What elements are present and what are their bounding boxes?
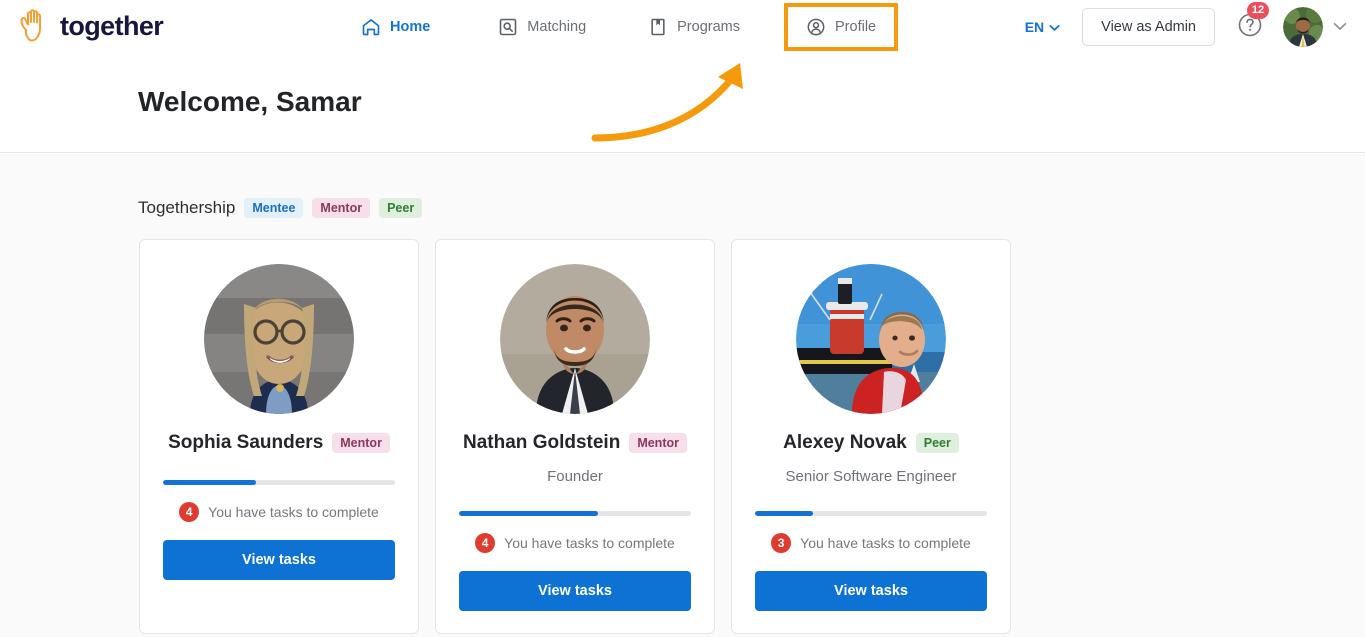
avatar: [796, 264, 946, 414]
brand-logo[interactable]: together: [18, 8, 164, 44]
notification-badge: 12: [1247, 1, 1269, 19]
nav-label-profile: Profile: [835, 19, 877, 35]
person-name: Sophia Saunders: [168, 432, 324, 453]
language-selector[interactable]: EN: [1025, 19, 1060, 35]
progress-bar-fill: [459, 511, 599, 516]
avatar: [204, 264, 354, 414]
progress-bar: [459, 511, 691, 516]
page-root: together Home Matching Programs Profile …: [0, 0, 1365, 637]
avatar[interactable]: [1283, 7, 1323, 47]
section-title: Togethership: [138, 198, 236, 217]
bookmark-icon: [648, 17, 668, 37]
header-right-group: EN View as Admin 12: [1025, 0, 1347, 54]
page-title: Welcome, Samar: [138, 86, 362, 117]
nav-item-matching[interactable]: Matching: [482, 3, 602, 51]
progress-bar: [163, 480, 395, 485]
legend-pill-mentee: Mentee: [244, 198, 304, 218]
nav-item-programs[interactable]: Programs: [632, 3, 756, 51]
person-name: Nathan Goldstein: [463, 432, 621, 453]
help-button[interactable]: 12: [1237, 1, 1269, 43]
card-name-row: Nathan Goldstein Mentor: [463, 432, 687, 454]
table-row[interactable]: Sophia Saunders Mentor 4 You have tasks …: [139, 239, 419, 634]
person-role: Senior Software Engineer: [785, 468, 957, 485]
top-header: together Home Matching Programs Profile …: [0, 0, 1365, 54]
main-navigation: Home Matching Programs Profile: [345, 0, 899, 54]
nav-item-profile[interactable]: Profile: [784, 3, 899, 51]
legend-pill-mentor: Mentor: [312, 198, 371, 218]
togethership-section-header: Togethership Mentee Mentor Peer: [138, 198, 423, 218]
home-icon: [361, 17, 381, 37]
nav-label-programs: Programs: [677, 19, 740, 35]
view-tasks-button[interactable]: View tasks: [755, 571, 987, 611]
status-badge: Mentor: [332, 433, 390, 453]
progress-bar-fill: [755, 511, 813, 516]
nav-label-home: Home: [390, 19, 431, 35]
view-as-admin-button[interactable]: View as Admin: [1082, 8, 1215, 46]
togethership-card-list: Sophia Saunders Mentor 4 You have tasks …: [139, 239, 1011, 634]
person-name: Alexey Novak: [783, 432, 907, 453]
card-name-row: Alexey Novak Peer: [783, 432, 959, 454]
view-tasks-button[interactable]: View tasks: [163, 540, 395, 580]
progress-bar-fill: [163, 480, 256, 485]
chevron-down-icon: [1049, 19, 1060, 35]
task-count-badge: 3: [771, 533, 792, 553]
nav-label-matching: Matching: [527, 19, 587, 35]
view-tasks-button[interactable]: View tasks: [459, 571, 691, 611]
progress-bar: [755, 511, 987, 516]
hand-icon: [18, 8, 52, 44]
language-label: EN: [1024, 19, 1045, 35]
task-status-row: 3 You have tasks to complete: [771, 533, 971, 553]
table-row[interactable]: Nathan Goldstein Mentor Founder 4 You ha…: [435, 239, 715, 634]
person-role: Founder: [547, 468, 603, 485]
task-count-badge: 4: [179, 502, 200, 522]
card-name-row: Sophia Saunders Mentor: [168, 432, 390, 454]
status-badge: Peer: [915, 433, 959, 453]
task-count-badge: 4: [475, 533, 496, 553]
legend-pill-peer: Peer: [379, 198, 423, 218]
welcome-band: Welcome, Samar: [0, 54, 1365, 153]
task-status-row: 4 You have tasks to complete: [179, 502, 379, 522]
search-square-icon: [498, 17, 518, 37]
brand-name: together: [60, 10, 164, 41]
nav-item-home[interactable]: Home: [345, 3, 446, 51]
user-circle-icon: [806, 17, 826, 37]
task-status-text: You have tasks to complete: [208, 504, 379, 520]
task-status-text: You have tasks to complete: [800, 535, 971, 551]
main-content: Togethership Mentee Mentor Peer Sophia S…: [0, 154, 1365, 637]
question-circle-icon: [1237, 13, 1263, 42]
task-status-row: 4 You have tasks to complete: [475, 533, 675, 553]
status-badge: Mentor: [629, 433, 687, 453]
task-status-text: You have tasks to complete: [504, 535, 675, 551]
avatar: [500, 264, 650, 414]
table-row[interactable]: Alexey Novak Peer Senior Software Engine…: [731, 239, 1011, 634]
user-menu-chevron-down-icon[interactable]: [1333, 18, 1347, 36]
